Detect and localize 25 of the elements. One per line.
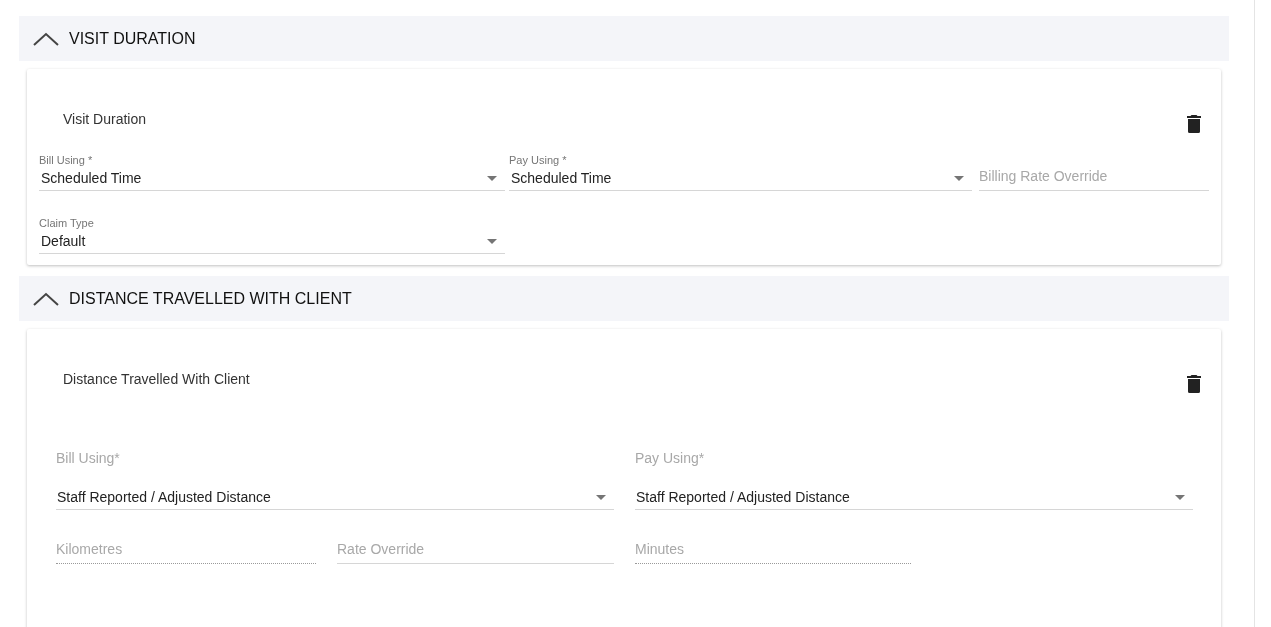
field-label: Pay Using*	[635, 449, 706, 468]
trash-icon[interactable]	[1187, 375, 1201, 393]
caret-icon	[487, 176, 497, 181]
field-label: Bill Using*	[56, 449, 121, 468]
caret-icon	[487, 239, 497, 244]
select-field[interactable]: Staff Reported / Adjusted Distance	[56, 486, 614, 510]
chevron-up-icon	[33, 31, 59, 46]
caret-icon	[1175, 495, 1185, 500]
field-label: Bill Using *	[39, 153, 94, 167]
section-header[interactable]: VISIT DURATION	[19, 16, 1229, 61]
card-title: Distance Travelled With Client	[63, 369, 250, 389]
select-field[interactable]: Scheduled Time	[509, 167, 972, 191]
chevron-up-icon	[33, 291, 59, 306]
select-field[interactable]: Scheduled Time	[39, 167, 505, 191]
caret-icon	[596, 495, 606, 500]
select-field[interactable]: Default	[39, 230, 505, 254]
field-label: Pay Using *	[509, 153, 568, 167]
caret-icon	[954, 176, 964, 181]
input-field[interactable]: Billing Rate Override	[979, 161, 1209, 191]
select-field[interactable]: Staff Reported / Adjusted Distance	[635, 486, 1193, 510]
section-header[interactable]: DISTANCE TRAVELLED WITH CLIENT	[19, 276, 1229, 321]
input-field[interactable]: Rate Override	[337, 534, 614, 564]
trash-icon[interactable]	[1187, 115, 1201, 133]
field-label: Claim Type	[39, 216, 95, 230]
card-title: Visit Duration	[63, 109, 146, 129]
